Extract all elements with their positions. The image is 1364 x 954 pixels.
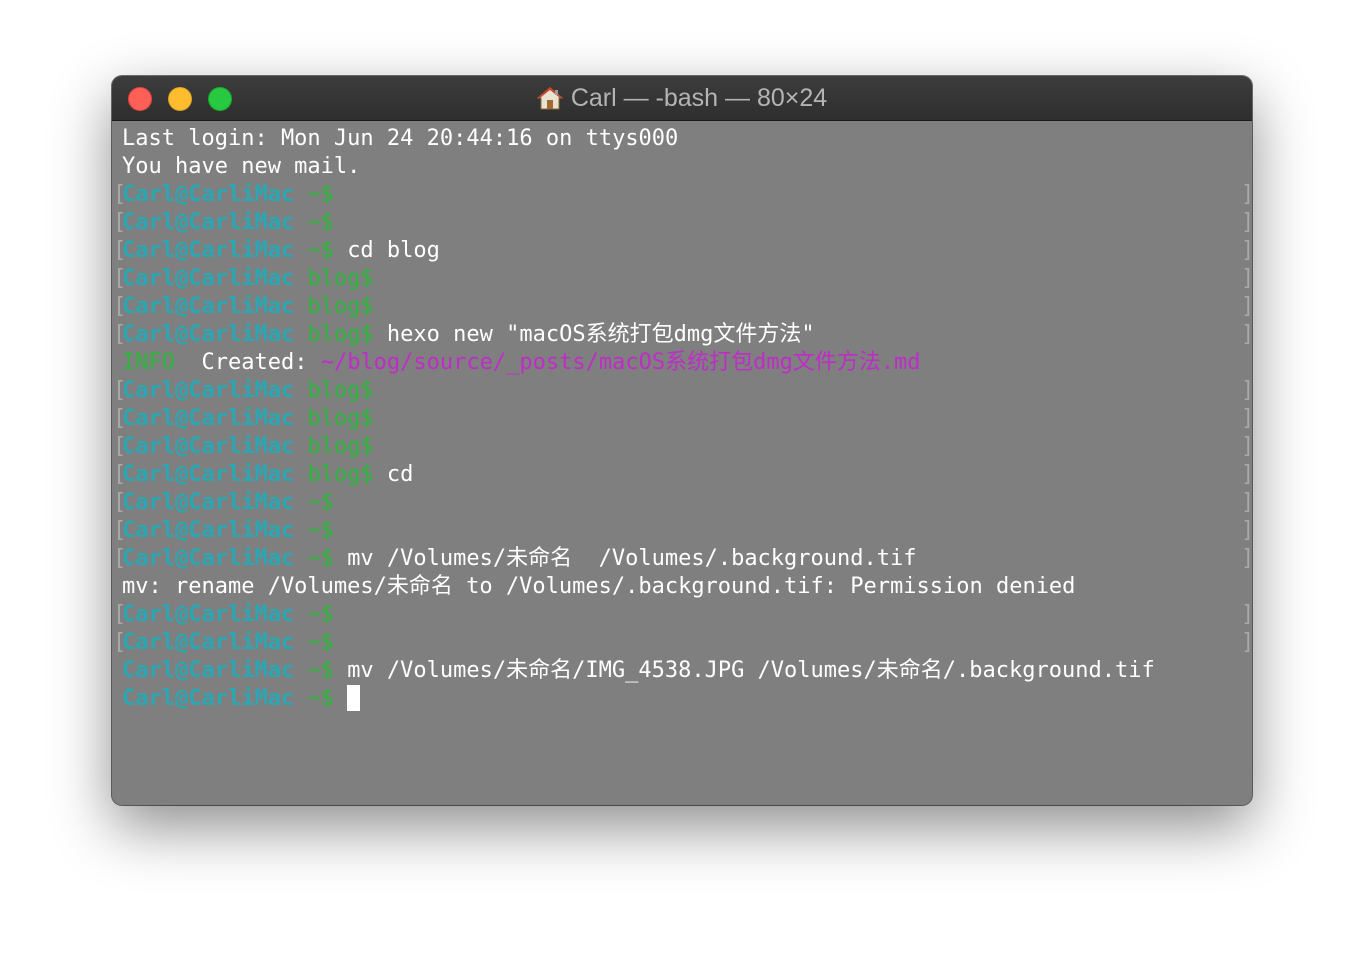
prompt-line: Carl@CarliMac blog$ hexo new "macOS系统打包d… <box>122 321 815 349</box>
prompt-user: Carl@CarliMac <box>122 462 295 487</box>
bracket-right: ] <box>1241 321 1252 349</box>
prompt-dir: blog$ <box>307 266 374 291</box>
prompt-user: Carl@CarliMac <box>122 322 295 347</box>
prompt-line: Carl@CarliMac blog$ <box>122 433 374 461</box>
terminal-content[interactable]: Last login: Mon Jun 24 20:44:16 on ttys0… <box>112 121 1252 805</box>
prompt-dir: blog$ <box>307 406 374 431</box>
prompt-line: Carl@CarliMac ~$ <box>122 181 334 209</box>
prompt-user: Carl@CarliMac <box>122 686 295 711</box>
prompt-user: Carl@CarliMac <box>122 266 295 291</box>
prompt-user: Carl@CarliMac <box>122 378 295 403</box>
prompt-user: Carl@CarliMac <box>122 630 295 655</box>
prompt-user: Carl@CarliMac <box>122 238 295 263</box>
prompt-dir: ~$ <box>307 658 334 683</box>
command-text: mv /Volumes/未命名/IMG_4538.JPG /Volumes/未命… <box>347 658 1155 683</box>
bracket-right: ] <box>1241 601 1252 629</box>
prompt-dir: ~$ <box>307 238 334 263</box>
prompt-line: Carl@CarliMac ~$ mv /Volumes/未命名 /Volume… <box>122 545 917 573</box>
prompt-dir: ~$ <box>307 182 334 207</box>
command-text: hexo new "macOS系统打包dmg文件方法" <box>386 322 815 347</box>
home-icon <box>536 86 564 110</box>
error-text: mv: rename /Volumes/未命名 to /Volumes/.bac… <box>122 574 1076 599</box>
prompt-line: Carl@CarliMac blog$ <box>122 293 374 321</box>
window-title-group: Carl — -bash — 80×24 <box>112 76 1252 120</box>
title-bar[interactable]: Carl — -bash — 80×24 <box>112 76 1252 121</box>
prompt-user: Carl@CarliMac <box>122 182 295 207</box>
prompt-user: Carl@CarliMac <box>122 546 295 571</box>
prompt-line: Carl@CarliMac ~$ cd blog <box>122 237 440 265</box>
prompt-dir: blog$ <box>307 434 374 459</box>
prompt-dir: ~$ <box>307 602 334 627</box>
prompt-user: Carl@CarliMac <box>122 658 295 683</box>
mail-text: You have new mail. <box>122 154 361 179</box>
prompt-dir: blog$ <box>307 462 374 487</box>
prompt-dir: blog$ <box>307 322 374 347</box>
prompt-user: Carl@CarliMac <box>122 518 295 543</box>
bracket-right: ] <box>1241 629 1252 657</box>
bracket-right: ] <box>1241 377 1252 405</box>
info-line: INFO Created: ~/blog/source/_posts/macOS… <box>122 349 921 377</box>
info-label: INFO <box>122 350 175 375</box>
created-path: ~/blog/source/_posts/macOS系统打包dmg文件方法.md <box>320 350 921 375</box>
text-cursor[interactable] <box>347 685 361 711</box>
bracket-right: ] <box>1241 433 1252 461</box>
bracket-right: ] <box>1241 545 1252 573</box>
bracket-right: ] <box>1241 237 1252 265</box>
prompt-line: Carl@CarliMac ~$ <box>122 489 334 517</box>
prompt-user: Carl@CarliMac <box>122 602 295 627</box>
prompt-line: Carl@CarliMac blog$ <box>122 265 374 293</box>
prompt-user: Carl@CarliMac <box>122 294 295 319</box>
prompt-user: Carl@CarliMac <box>122 434 295 459</box>
prompt-dir: blog$ <box>307 294 374 319</box>
bracket-right: ] <box>1241 517 1252 545</box>
prompt-line: Carl@CarliMac ~$ <box>122 601 334 629</box>
prompt-user: Carl@CarliMac <box>122 406 295 431</box>
window-title: Carl — -bash — 80×24 <box>570 83 828 112</box>
terminal-line: Last login: Mon Jun 24 20:44:16 on ttys0… <box>122 125 678 153</box>
created-label: Created: <box>201 350 308 375</box>
prompt-line: Carl@CarliMac ~$ <box>122 209 334 237</box>
error-line: mv: rename /Volumes/未命名 to /Volumes/.bac… <box>122 573 1075 601</box>
command-text: cd blog <box>347 238 440 263</box>
command-text: cd <box>386 462 414 487</box>
bracket-right: ] <box>1241 461 1252 489</box>
bracket-right: ] <box>1241 293 1252 321</box>
prompt-dir: ~$ <box>307 546 334 571</box>
login-text: Last login: Mon Jun 24 20:44:16 on ttys0… <box>122 126 679 151</box>
prompt-line: Carl@CarliMac blog$ <box>122 377 374 405</box>
terminal-window: Carl — -bash — 80×24 Last login: Mon Jun… <box>112 76 1252 805</box>
bracket-right: ] <box>1241 209 1252 237</box>
prompt-dir: ~$ <box>307 518 334 543</box>
prompt-user: Carl@CarliMac <box>122 490 295 515</box>
terminal-line: You have new mail. <box>122 153 360 181</box>
bracket-right: ] <box>1241 405 1252 433</box>
prompt-line: Carl@CarliMac blog$ cd <box>122 461 413 489</box>
prompt-user: Carl@CarliMac <box>122 210 295 235</box>
prompt-dir: ~$ <box>307 210 334 235</box>
command-text: mv /Volumes/未命名 /Volumes/.background.tif <box>347 546 917 571</box>
prompt-line: Carl@CarliMac ~$ <box>122 629 334 657</box>
prompt-line: Carl@CarliMac ~$ <box>122 517 334 545</box>
prompt-line: Carl@CarliMac blog$ <box>122 405 374 433</box>
prompt-dir: ~$ <box>307 630 334 655</box>
bracket-right: ] <box>1241 181 1252 209</box>
bracket-right: ] <box>1241 489 1252 517</box>
prompt-line: Carl@CarliMac ~$ mv /Volumes/未命名/IMG_453… <box>122 657 1155 685</box>
active-prompt-line[interactable]: Carl@CarliMac ~$ <box>122 685 361 713</box>
prompt-dir: ~$ <box>307 686 334 711</box>
bracket-right: ] <box>1241 265 1252 293</box>
prompt-dir: blog$ <box>307 378 374 403</box>
prompt-dir: ~$ <box>307 490 334 515</box>
